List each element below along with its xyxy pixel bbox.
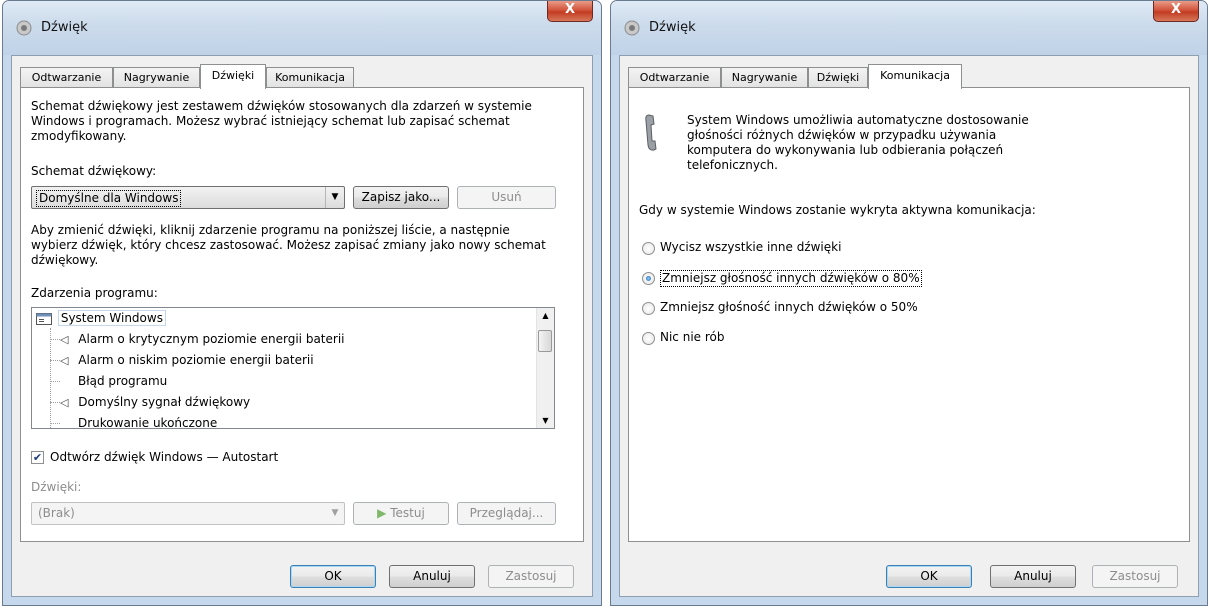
ok-button[interactable]: OK bbox=[290, 565, 376, 588]
scheme-dropdown-value: Domyślne dla Windows bbox=[36, 190, 182, 207]
event-label: Alarm o niskim poziomie energii baterii bbox=[78, 353, 314, 367]
tab-recording[interactable]: Nagrywanie bbox=[113, 67, 200, 87]
radio-do-nothing-label[interactable]: Nic nie rób bbox=[660, 330, 725, 345]
radio-reduce-80[interactable] bbox=[642, 272, 655, 285]
scheme-dropdown[interactable]: Domyślne dla Windows ▼ bbox=[31, 186, 345, 209]
sound-dialog-sounds-tab: Dźwięk X Odtwarzanie Nagrywanie Dźwięki … bbox=[2, 0, 602, 606]
communications-question: Gdy w systemie Windows zostanie wykryta … bbox=[639, 203, 1036, 217]
close-icon: X bbox=[1170, 2, 1182, 17]
communications-panel: System Windows umożliwia automatyczne do… bbox=[628, 87, 1190, 542]
startup-sound-label[interactable]: Odtwórz dźwięk Windows — Autostart bbox=[50, 450, 278, 465]
phone-icon bbox=[645, 114, 657, 151]
sound-dialog-communications-tab: Dźwięk X Odtwarzanie Nagrywanie Dźwięki … bbox=[610, 0, 1208, 606]
window-icon bbox=[36, 312, 52, 325]
speaker-icon: ◁ bbox=[60, 396, 69, 409]
event-label: Błąd programu bbox=[78, 374, 168, 388]
radio-reduce-50-label[interactable]: Zmniejsz głośność innych dźwięków o 50% bbox=[660, 300, 918, 315]
delete-button[interactable]: Usuń bbox=[457, 186, 556, 209]
speaker-icon: ◁ bbox=[60, 333, 69, 346]
tab-sounds[interactable]: Dźwięki bbox=[808, 67, 868, 87]
list-item[interactable]: System Windows bbox=[36, 308, 166, 329]
close-button[interactable]: X bbox=[1153, 1, 1199, 22]
title-bar[interactable]: Dźwięk X bbox=[3, 1, 601, 55]
sounds-dropdown-value: (Brak) bbox=[38, 506, 75, 520]
radio-do-nothing[interactable] bbox=[642, 332, 655, 345]
window-title: Dźwięk bbox=[41, 20, 88, 35]
tree-line bbox=[50, 328, 51, 428]
speaker-app-icon bbox=[624, 20, 640, 36]
scheme-label: Schemat dźwiękowy: bbox=[31, 164, 157, 178]
test-button[interactable]: ▶ Testuj bbox=[353, 502, 449, 525]
event-label: Domyślny sygnał dźwiękowy bbox=[78, 395, 251, 409]
radio-mute-all-label[interactable]: Wycisz wszystkie inne dźwięki bbox=[660, 240, 841, 255]
scheme-description: Schemat dźwiękowy jest zestawem dźwięków… bbox=[31, 99, 532, 143]
ok-button[interactable]: OK bbox=[886, 565, 972, 588]
tree-line bbox=[50, 360, 60, 361]
sounds-dropdown[interactable]: (Brak) ▼ bbox=[31, 502, 345, 525]
client-area: Odtwarzanie Nagrywanie Dźwięki Komunikac… bbox=[11, 55, 593, 597]
radio-reduce-80-label[interactable]: Zmniejsz głośność innych dźwięków o 80% bbox=[660, 270, 922, 287]
tab-communications[interactable]: Komunikacja bbox=[266, 67, 354, 87]
communications-description: System Windows umożliwia automatyczne do… bbox=[687, 113, 1029, 172]
tree-line bbox=[50, 381, 60, 382]
window-title: Dźwięk bbox=[649, 20, 696, 35]
scroll-up-icon[interactable]: ▲ bbox=[537, 311, 554, 320]
event-label: System Windows bbox=[57, 310, 166, 326]
chevron-down-icon: ▼ bbox=[331, 508, 339, 518]
speaker-icon: ◁ bbox=[60, 354, 69, 367]
cancel-button[interactable]: Anuluj bbox=[389, 565, 475, 588]
tree-line bbox=[50, 423, 60, 424]
scroll-down-icon[interactable]: ▼ bbox=[537, 416, 554, 425]
tab-recording[interactable]: Nagrywanie bbox=[721, 67, 808, 87]
close-button[interactable]: X bbox=[547, 1, 593, 22]
scrollbar-thumb[interactable] bbox=[538, 330, 552, 352]
speaker-app-icon bbox=[16, 20, 32, 36]
events-help-text: Aby zmienić dźwięki, kliknij zdarzenie p… bbox=[31, 223, 546, 267]
browse-button[interactable]: Przeglądaj... bbox=[457, 502, 556, 525]
list-item[interactable]: ◁ Domyślny sygnał dźwiękowy bbox=[60, 392, 250, 413]
tree-line bbox=[50, 339, 60, 340]
cancel-button[interactable]: Anuluj bbox=[990, 565, 1076, 588]
list-item[interactable]: Drukowanie ukończone bbox=[60, 413, 218, 429]
vertical-scrollbar[interactable]: ▲ ▼ bbox=[536, 308, 554, 428]
tree-line bbox=[50, 402, 60, 403]
event-label: Drukowanie ukończone bbox=[78, 416, 218, 429]
title-bar[interactable]: Dźwięk X bbox=[611, 1, 1207, 55]
radio-mute-all[interactable] bbox=[642, 242, 655, 255]
client-area: Odtwarzanie Nagrywanie Dźwięki Komunikac… bbox=[619, 55, 1199, 597]
tab-sounds[interactable]: Dźwięki bbox=[200, 64, 266, 89]
tab-playback[interactable]: Odtwarzanie bbox=[20, 67, 113, 87]
play-icon: ▶ bbox=[377, 506, 387, 520]
radio-reduce-50[interactable] bbox=[642, 302, 655, 315]
list-item[interactable]: ◁ Alarm o krytycznym poziomie energii ba… bbox=[60, 329, 344, 350]
save-as-button[interactable]: Zapisz jako... bbox=[353, 186, 449, 209]
event-label: Alarm o krytycznym poziomie energii bate… bbox=[78, 332, 345, 346]
sounds-label: Dźwięki: bbox=[31, 480, 82, 494]
tab-playback[interactable]: Odtwarzanie bbox=[628, 67, 721, 87]
startup-sound-checkbox[interactable]: ✔ bbox=[31, 451, 44, 464]
sounds-panel: Schemat dźwiękowy jest zestawem dźwięków… bbox=[20, 87, 584, 542]
apply-button[interactable]: Zastosuj bbox=[1092, 565, 1178, 588]
list-item[interactable]: ◁ Alarm o niskim poziomie energii bateri… bbox=[60, 350, 314, 371]
events-label: Zdarzenia programu: bbox=[31, 286, 158, 300]
program-events-list[interactable]: System Windows ◁ Alarm o krytycznym pozi… bbox=[31, 307, 555, 429]
list-item[interactable]: Błąd programu bbox=[60, 371, 167, 392]
tab-communications[interactable]: Komunikacja bbox=[868, 64, 962, 89]
apply-button[interactable]: Zastosuj bbox=[488, 565, 574, 588]
test-button-label: Testuj bbox=[390, 506, 425, 520]
chevron-down-icon: ▼ bbox=[325, 187, 344, 208]
close-icon: X bbox=[564, 2, 576, 17]
